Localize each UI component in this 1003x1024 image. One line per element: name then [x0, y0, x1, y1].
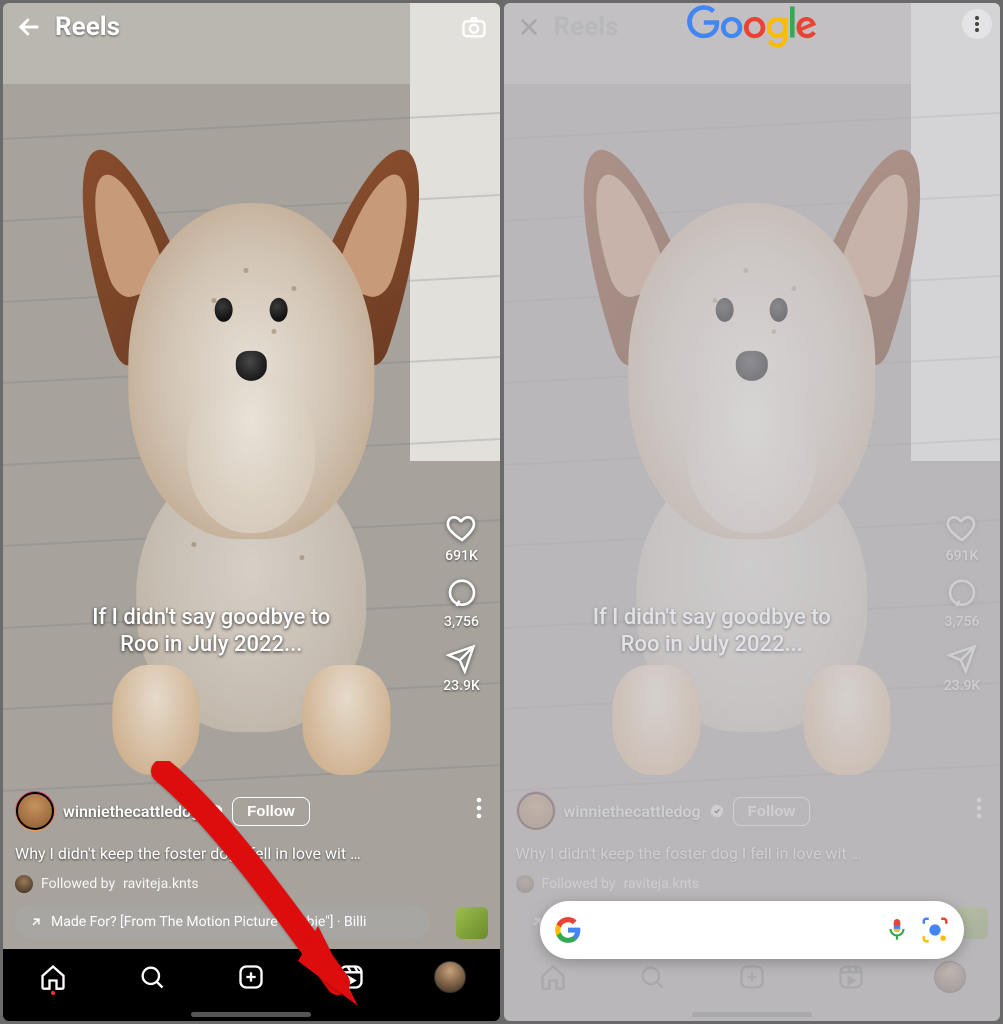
more-options-icon — [976, 797, 982, 823]
nav-create-icon — [730, 955, 774, 999]
follow-button: Follow — [733, 797, 811, 826]
comment-button: 3,756 — [945, 578, 980, 630]
follow-button[interactable]: Follow — [232, 797, 310, 826]
phone-left: Reels If I didn't say goodbye to Roo in … — [3, 3, 500, 1021]
reels-header: Reels — [3, 3, 500, 51]
author-username[interactable]: winniethecattledog — [63, 802, 200, 821]
google-search-bar[interactable] — [540, 901, 965, 959]
nav-home-icon — [531, 955, 575, 999]
bottom-nav-bar — [504, 949, 1001, 1021]
nav-search-icon[interactable] — [130, 955, 174, 999]
camera-icon[interactable] — [460, 13, 488, 41]
reel-video-frame — [504, 3, 1001, 1021]
followed-by-user: raviteja.knts — [123, 876, 198, 892]
overflow-menu-icon[interactable] — [962, 9, 992, 39]
caption-line-2: Roo in July 2022... — [23, 631, 400, 659]
gesture-home-indicator[interactable] — [191, 1012, 311, 1017]
google-search-input[interactable] — [592, 918, 875, 943]
author-username: winniethecattledog — [564, 802, 701, 821]
reels-title: Reels — [55, 12, 120, 42]
close-icon[interactable] — [516, 14, 542, 40]
gesture-home-indicator[interactable] — [692, 1012, 812, 1017]
reel-video-frame[interactable] — [3, 3, 500, 1021]
google-g-icon — [554, 916, 582, 944]
caption-line-1: If I didn't say goodbye to — [524, 604, 901, 632]
nav-create-icon[interactable] — [229, 955, 273, 999]
audio-row[interactable]: Made For? [From The Motion Picture "Barb… — [15, 905, 430, 939]
account-row: winniethecattledog Follow — [516, 791, 811, 831]
share-count: 23.9K — [944, 678, 981, 694]
description-text[interactable]: Why I didn't keep the foster dog I fell … — [15, 844, 430, 863]
follower-avatar — [15, 875, 33, 893]
comment-count: 3,756 — [444, 614, 479, 630]
verified-badge-icon — [208, 803, 224, 819]
action-rail: 691K 3,756 23.9K — [932, 512, 992, 694]
share-button[interactable]: 23.9K — [443, 644, 480, 694]
followed-by-prefix: Followed by — [542, 876, 616, 892]
caption-overlay: If I didn't say goodbye to Roo in July 2… — [504, 604, 921, 659]
nav-profile-avatar[interactable] — [428, 955, 472, 999]
caption-overlay: If I didn't say goodbye to Roo in July 2… — [3, 604, 420, 659]
like-button[interactable]: 691K — [445, 512, 478, 564]
followed-by-row: Followed by raviteja.knts — [516, 875, 700, 893]
nav-profile-avatar — [928, 955, 972, 999]
caption-line-2: Roo in July 2022... — [524, 631, 901, 659]
share-count: 23.9K — [443, 678, 480, 694]
followed-by-row[interactable]: Followed by raviteja.knts — [15, 875, 199, 893]
followed-by-prefix: Followed by — [41, 876, 115, 892]
nav-reels-icon — [829, 955, 873, 999]
audio-text: Made For? [From The Motion Picture "Barb… — [51, 914, 366, 930]
description-text: Why I didn't keep the foster dog I fell … — [516, 844, 931, 863]
google-mic-icon[interactable] — [884, 917, 910, 943]
nav-home-icon[interactable] — [31, 955, 75, 999]
nav-reels-icon[interactable] — [329, 955, 373, 999]
author-avatar — [516, 791, 556, 831]
follower-avatar — [516, 875, 534, 893]
phone-right: Reels If I didn't say goodbye to Roo in — [504, 3, 1001, 1021]
verified-badge-icon — [709, 803, 725, 819]
share-button: 23.9K — [944, 644, 981, 694]
google-lens-icon[interactable] — [920, 915, 950, 945]
like-count: 691K — [946, 548, 979, 564]
comment-count: 3,756 — [945, 614, 980, 630]
account-row[interactable]: winniethecattledog Follow — [15, 791, 310, 831]
bottom-nav-bar — [3, 949, 500, 1021]
caption-line-1: If I didn't say goodbye to — [23, 604, 400, 632]
google-logo-text — [682, 5, 822, 53]
like-count: 691K — [445, 548, 478, 564]
comment-button[interactable]: 3,756 — [444, 578, 479, 630]
audio-pill[interactable]: Made For? [From The Motion Picture "Barb… — [15, 905, 430, 939]
action-rail: 691K 3,756 23.9K — [432, 512, 492, 694]
author-avatar[interactable] — [15, 791, 55, 831]
back-arrow-icon[interactable] — [15, 13, 43, 41]
more-options-icon[interactable] — [476, 797, 482, 823]
like-button: 691K — [946, 512, 979, 564]
nav-search-icon — [630, 955, 674, 999]
followed-by-user: raviteja.knts — [624, 876, 699, 892]
audio-album-art[interactable] — [456, 907, 488, 939]
comparison-stage: Reels If I didn't say goodbye to Roo in … — [0, 0, 1003, 1024]
reels-title: Reels — [554, 12, 619, 42]
arrow-up-right-icon — [29, 915, 43, 929]
